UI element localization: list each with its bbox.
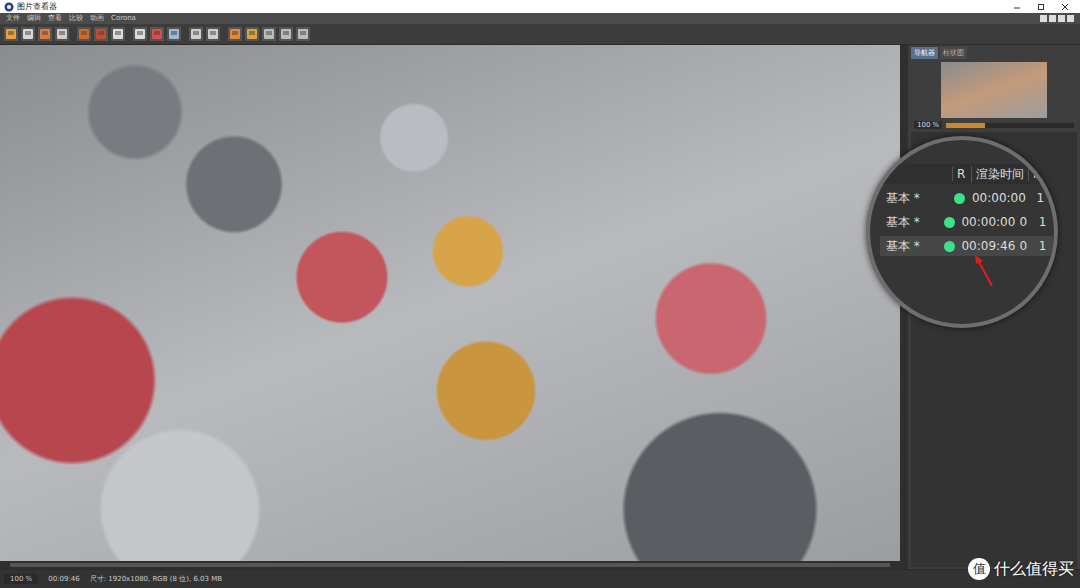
row-cell: 0: [1015, 239, 1034, 253]
tool-button[interactable]: [38, 27, 52, 41]
watermark-logo: 值: [968, 558, 990, 580]
minimize-icon[interactable]: [1012, 2, 1022, 12]
arrow-icon: [970, 252, 1000, 292]
history-row[interactable]: 基本 * 00:09:46 01: [880, 236, 1054, 256]
menu-item[interactable]: 动画: [90, 13, 104, 24]
row-cell: 1: [1035, 239, 1054, 253]
tool-button[interactable]: [111, 27, 125, 41]
layout-icon[interactable]: [1040, 15, 1047, 22]
tool-icon: [168, 28, 180, 40]
row-name: 基本 *: [880, 214, 942, 231]
watermark-text: 什么值得买: [994, 559, 1074, 580]
status-bar: 100 % 00:09:46 尺寸: 1920x1080, RGB (8 位),…: [0, 569, 1080, 588]
tool-button[interactable]: [206, 27, 220, 41]
image-viewer: [0, 45, 900, 569]
tool-icon: [280, 28, 292, 40]
scroll-thumb[interactable]: [10, 563, 890, 567]
row-cell: 0: [1015, 215, 1034, 229]
tool-button[interactable]: [55, 27, 69, 41]
tool-icon: [95, 28, 107, 40]
c4d-logo-icon: [4, 2, 14, 12]
menu-item[interactable]: 文件: [6, 13, 20, 24]
side-tabs: 导航器柱状图: [911, 47, 1077, 59]
navigator-zoom: 100 %: [911, 121, 1077, 129]
history-row[interactable]: 基本 * 00:00:00 01: [880, 212, 1054, 232]
menu-item[interactable]: 比较: [69, 13, 83, 24]
layout-icon[interactable]: [1049, 15, 1056, 22]
render-image[interactable]: [0, 45, 900, 561]
zoom-slider[interactable]: [946, 123, 1074, 128]
column-header[interactable]: 渲染时间: [971, 166, 1028, 183]
tool-button[interactable]: [77, 27, 91, 41]
status-info: 尺寸: 1920x1080, RGB (8 位), 6.03 MB: [90, 574, 222, 584]
tool-button[interactable]: [189, 27, 203, 41]
magnifier-overlay: R渲染时间F 基本 * 00:00:00 1基本 * 00:00:00 01基本…: [866, 136, 1058, 328]
tool-icon: [112, 28, 124, 40]
menu-bar: 文件编辑查看比较动画 Corona: [0, 13, 1080, 24]
tool-icon: [190, 28, 202, 40]
status-zoom[interactable]: 100 %: [4, 574, 38, 584]
tool-icon: [151, 28, 163, 40]
tool-button[interactable]: [262, 27, 276, 41]
render-time: 00:00:00: [957, 215, 1015, 229]
watermark: 值 什么值得买: [968, 558, 1074, 580]
render-time: 00:00:00: [968, 191, 1032, 205]
menu-item[interactable]: 编辑: [27, 13, 41, 24]
tool-icon: [5, 28, 17, 40]
menu-item[interactable]: 查看: [48, 13, 62, 24]
title-bar: 图片查看器: [0, 0, 1080, 13]
picture-viewer-window: 图片查看器 文件编辑查看比较动画 Corona 导航器柱状图 100 % 100 …: [0, 0, 1080, 588]
tool-icon: [39, 28, 51, 40]
move-icon[interactable]: [1058, 15, 1065, 22]
tool-button[interactable]: [228, 27, 242, 41]
history-header: R渲染时间F: [880, 164, 1054, 184]
menu-item[interactable]: Corona: [111, 13, 136, 24]
row-name: 基本 *: [880, 190, 950, 207]
restore-icon[interactable]: [1036, 2, 1046, 12]
row-cell: 1: [1035, 215, 1054, 229]
zoom-field[interactable]: 100 %: [914, 121, 942, 129]
tool-icon: [134, 28, 146, 40]
status-time: 00:09:46: [48, 575, 79, 583]
side-tab[interactable]: 柱状图: [940, 47, 967, 59]
tool-icon: [78, 28, 90, 40]
navigator-preview[interactable]: [941, 62, 1047, 118]
status-dot: [944, 241, 955, 252]
horizontal-scrollbar[interactable]: [0, 561, 900, 569]
side-tab[interactable]: 导航器: [911, 47, 938, 59]
toolbar: [0, 24, 1080, 45]
tool-button[interactable]: [4, 27, 18, 41]
tool-button[interactable]: [21, 27, 35, 41]
status-dot: [954, 193, 965, 204]
tool-button[interactable]: [133, 27, 147, 41]
tool-icon: [22, 28, 34, 40]
close-icon[interactable]: [1060, 2, 1070, 12]
tool-icon: [263, 28, 275, 40]
tool-button[interactable]: [150, 27, 164, 41]
tool-button[interactable]: [94, 27, 108, 41]
history-row[interactable]: 基本 * 00:00:00 1: [880, 188, 1054, 208]
tool-icon: [56, 28, 68, 40]
tool-button[interactable]: [296, 27, 310, 41]
status-dot: [944, 217, 955, 228]
render-time: 00:09:46: [957, 239, 1015, 253]
tool-button[interactable]: [245, 27, 259, 41]
tool-icon: [229, 28, 241, 40]
tool-icon: [207, 28, 219, 40]
row-name: 基本 *: [880, 238, 942, 255]
window-title: 图片查看器: [17, 0, 57, 13]
tool-icon: [246, 28, 258, 40]
tool-button[interactable]: [279, 27, 293, 41]
tool-icon: [297, 28, 309, 40]
column-header[interactable]: R: [952, 167, 971, 181]
tool-button[interactable]: [167, 27, 181, 41]
expand-icon[interactable]: [1067, 15, 1074, 22]
